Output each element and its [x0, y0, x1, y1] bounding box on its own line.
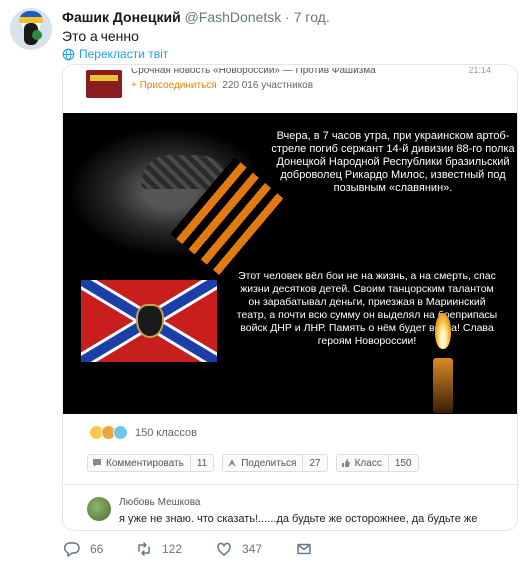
class-count: 150 — [387, 455, 418, 471]
avatar-bird-graphic — [32, 30, 42, 40]
author-name[interactable]: Фашик Донецкий — [62, 9, 181, 25]
reply-count: 66 — [90, 542, 104, 556]
commenter-avatar[interactable] — [87, 497, 111, 521]
novorossiya-flag — [81, 280, 217, 362]
share-count: 27 — [302, 455, 326, 471]
comment-button[interactable]: Комментировать 11 — [87, 454, 215, 472]
dm-envelope-icon — [297, 543, 311, 555]
header-separator: · — [281, 9, 294, 25]
join-button[interactable]: + Присоединиться — [131, 80, 217, 91]
share-label: Поделиться — [241, 457, 297, 469]
like-button[interactable]: 347 — [216, 541, 296, 557]
comment-icon — [93, 459, 101, 467]
retweet-button[interactable]: 122 — [136, 541, 216, 557]
embedded-image-card[interactable]: Срочная новость «Новороссии» — Против Фа… — [62, 64, 518, 531]
author-avatar[interactable] — [10, 8, 52, 50]
translate-link[interactable]: Перекласти твіт — [62, 47, 168, 61]
tweet-header: Фашик Донецкий @FashDonetsk · 7 год. — [62, 9, 330, 25]
class-icon — [341, 459, 350, 467]
reply-icon — [64, 542, 80, 557]
candle-wax — [433, 358, 453, 413]
reactions-count: 150 классов — [135, 426, 197, 439]
translate-label: Перекласти твіт — [79, 47, 169, 61]
comment-count: 11 — [189, 455, 213, 471]
image-text-2: Этот человек вёл бои не на жизнь, а на с… — [236, 270, 498, 347]
tweet-time[interactable]: 7 год. — [294, 9, 330, 25]
reactions-row[interactable]: 150 классов — [89, 425, 197, 440]
cry-emoji-icon — [113, 425, 128, 440]
flag-emblem — [136, 304, 164, 338]
class-button[interactable]: Класс 150 — [335, 454, 419, 472]
retweet-count: 122 — [162, 542, 183, 556]
tweet-text: Это а ченно — [62, 28, 139, 44]
group-logo — [86, 70, 122, 98]
retweet-icon — [138, 542, 150, 556]
author-handle[interactable]: @FashDonetsk — [185, 9, 282, 25]
like-count: 347 — [242, 542, 263, 556]
group-title: Срочная новость «Новороссии» — Против Фа… — [131, 68, 376, 75]
members-count: 220 016 участников — [222, 80, 314, 91]
candle-flame — [435, 313, 451, 349]
class-label: Класс — [354, 457, 382, 469]
tweet-action-bar: 66 122 347 — [64, 541, 312, 557]
share-icon — [228, 459, 237, 467]
post-time: 21:14 — [468, 67, 491, 74]
avatar-hat-graphic — [19, 11, 43, 23]
candle-graphic — [431, 313, 455, 413]
post-actions: Комментировать 11 Поделиться 27 Класс 15… — [87, 454, 419, 472]
reply-button[interactable]: 66 — [64, 541, 136, 557]
commenter-name[interactable]: Любовь Мешкова — [119, 497, 201, 508]
share-button[interactable]: Поделиться 27 — [222, 454, 328, 472]
comment-label: Комментировать — [106, 457, 184, 469]
translate-globe-icon — [62, 48, 75, 60]
comment-divider — [63, 484, 517, 485]
post-image: Вчера, в 7 часов утра, при украинском ар… — [63, 113, 517, 414]
image-text-1: Вчера, в 7 часов утра, при украинском ар… — [271, 130, 515, 194]
group-meta: + Присоединиться 220 016 участников — [131, 80, 313, 91]
comment-text: я уже не знаю. что сказать!......да будь… — [119, 513, 478, 525]
like-icon — [217, 542, 231, 556]
dm-button[interactable] — [296, 541, 312, 557]
